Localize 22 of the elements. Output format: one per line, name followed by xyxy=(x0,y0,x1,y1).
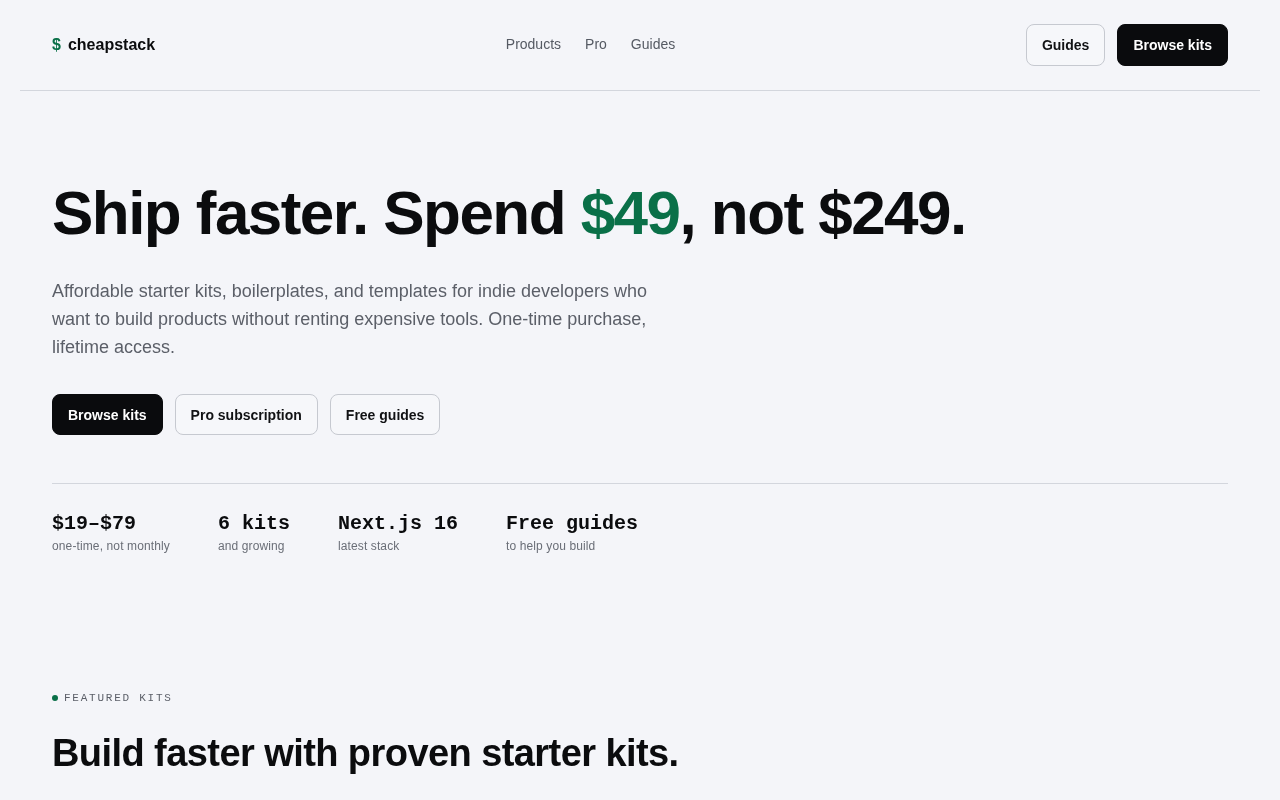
stat-value: 6 kits xyxy=(217,512,290,536)
hero-description: Affordable starter kits, boilerplates, and templates for indie developers who want to build products without renting expensive tools. One-time purchase, lifetime access. xyxy=(52,280,648,359)
stat-label: latest stack xyxy=(337,538,400,554)
dot-icon xyxy=(52,695,58,701)
stat-value: $19–$79 xyxy=(52,512,136,536)
nav-link[interactable]: Products xyxy=(505,36,562,52)
stat-value: Next.js 16 xyxy=(337,512,458,536)
stat-label: and growing xyxy=(217,538,285,554)
nav-link[interactable]: Guides xyxy=(630,36,676,52)
section-eyebrow: FEATURED KITS xyxy=(64,691,173,706)
hero-button[interactable]: Pro subscription xyxy=(174,394,318,435)
nav-link[interactable]: Pro xyxy=(585,36,607,52)
header-button[interactable]: Guides xyxy=(1025,24,1106,66)
headline: Ship faster. Spend $49, not $249. xyxy=(52,179,967,247)
stat-value: Free guides xyxy=(505,512,638,536)
header-button[interactable]: Browse kits xyxy=(1117,24,1228,66)
stat-label: to help you build xyxy=(505,538,596,554)
hero-button[interactable]: Free guides xyxy=(329,394,441,435)
logo-link[interactable]: $ cheapstack xyxy=(52,36,156,54)
stat-label: one-time, not monthly xyxy=(52,538,170,554)
section-title: Build faster with proven starter kits. xyxy=(52,731,680,775)
hero-button[interactable]: Browse kits xyxy=(52,394,163,435)
